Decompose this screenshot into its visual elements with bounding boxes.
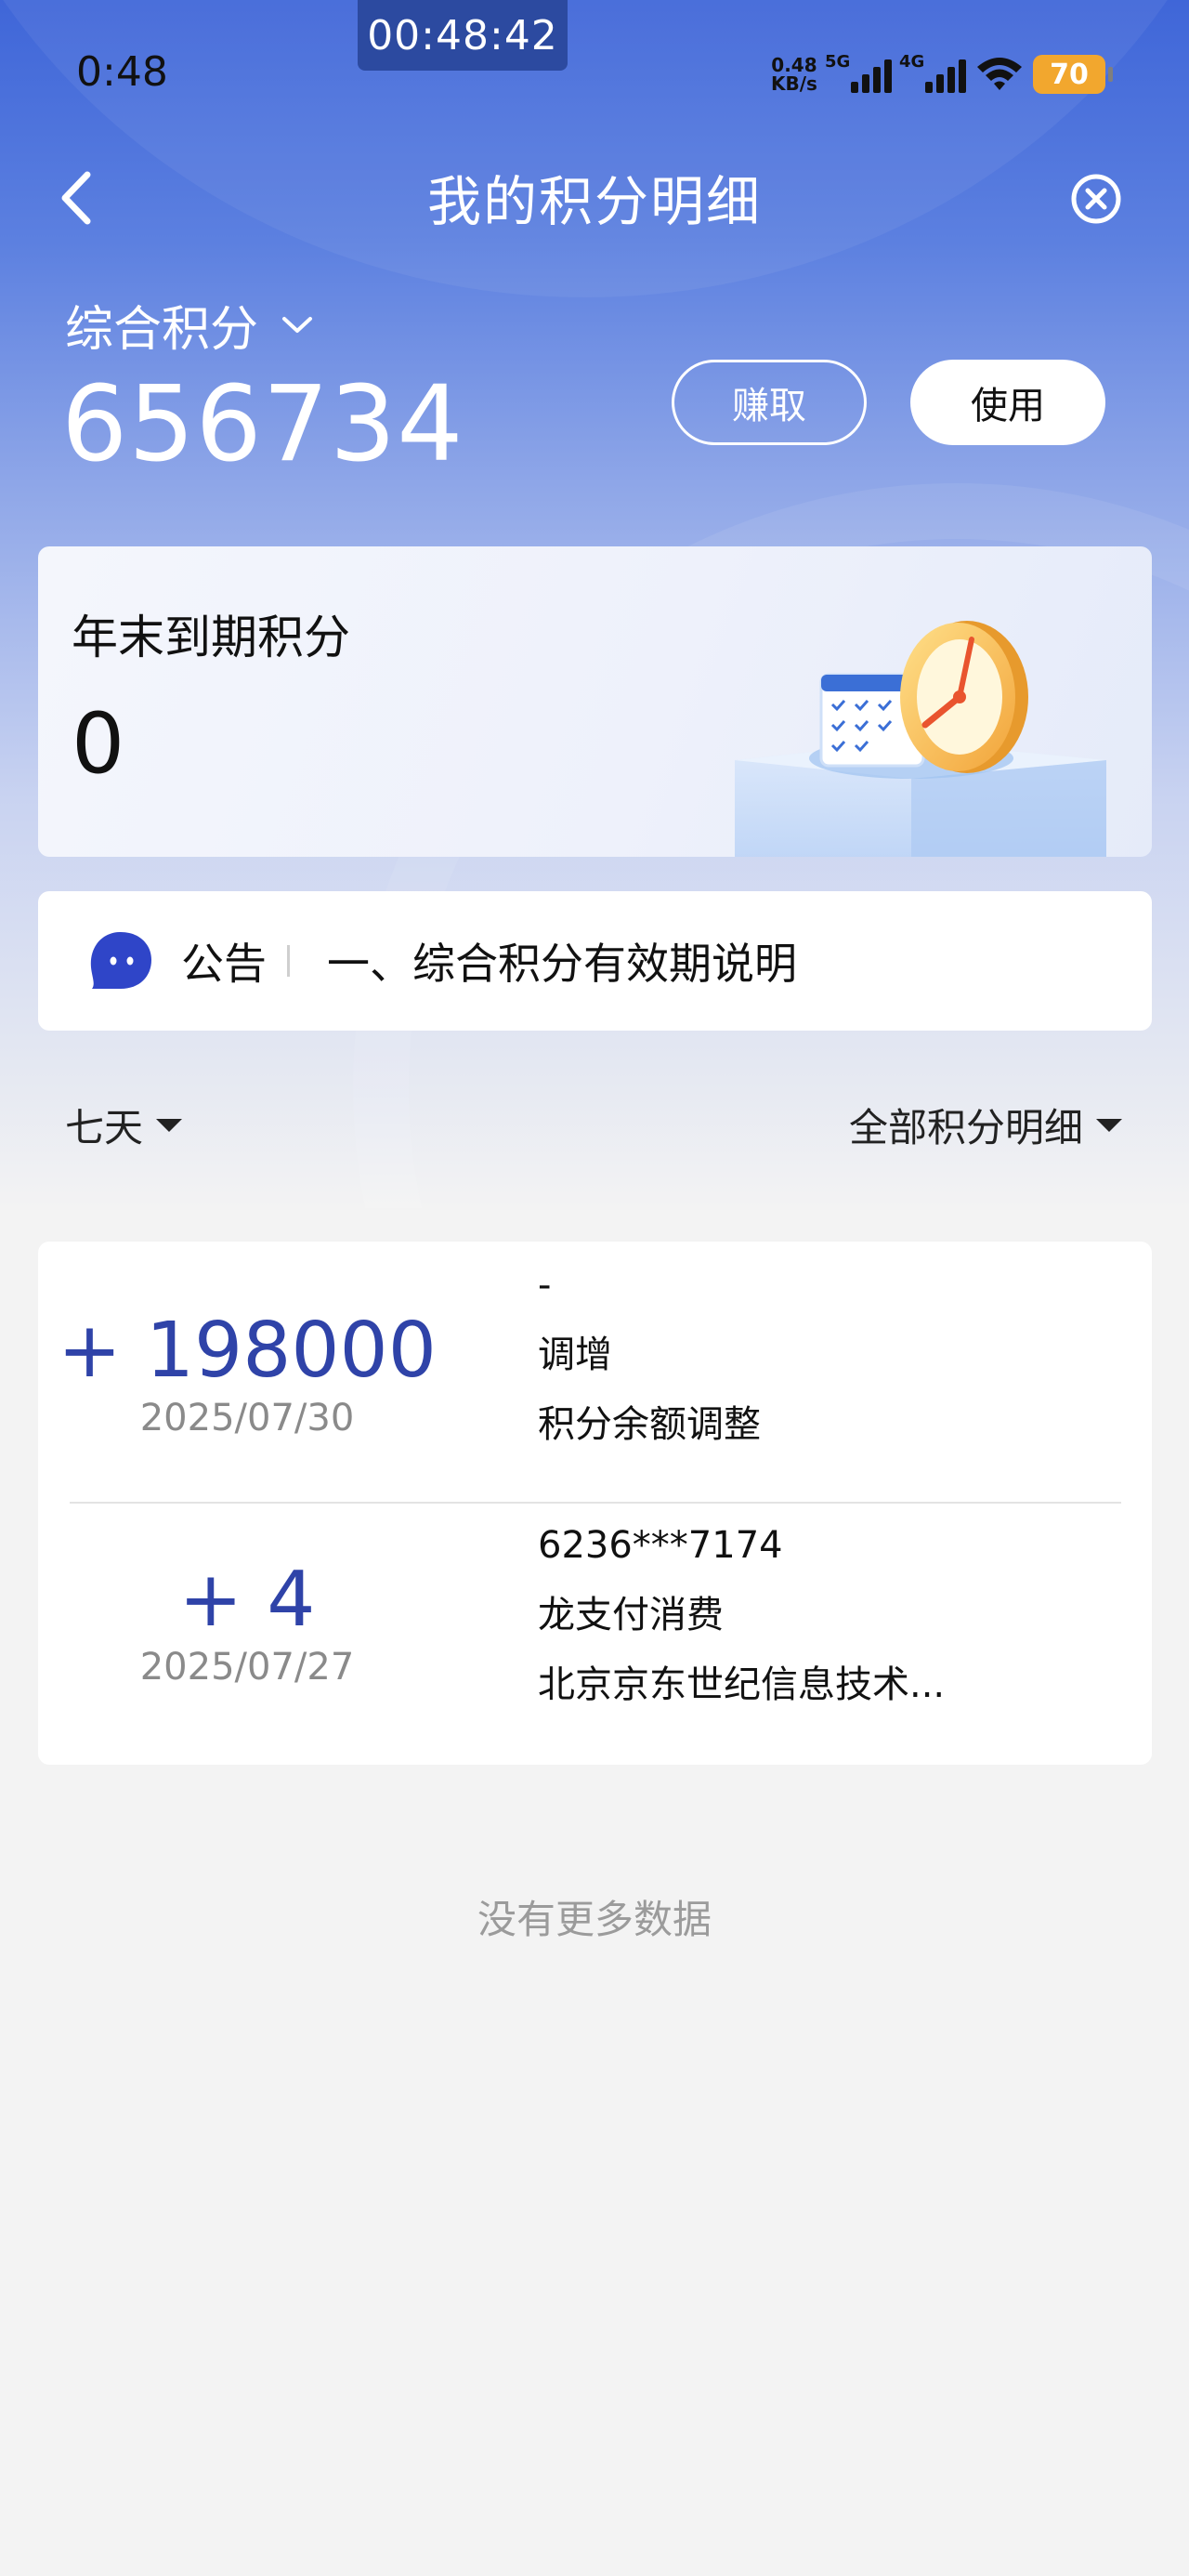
battery-icon: 70	[1032, 55, 1113, 94]
divider	[287, 945, 290, 977]
points-type-selector[interactable]: 综合积分	[65, 290, 314, 360]
signal-5g-icon: 5G	[825, 52, 892, 93]
category-filter-dropdown[interactable]: 全部积分明细	[849, 1097, 1122, 1153]
points-type-label: 综合积分	[65, 302, 259, 358]
notice-text: 一、综合积分有效期说明	[327, 939, 797, 989]
record-date: 2025/07/27	[139, 1646, 355, 1689]
record-amount-block: + 4 2025/07/27	[38, 1556, 456, 1689]
close-button[interactable]	[1070, 173, 1122, 225]
status-time: 0:48	[76, 48, 168, 96]
record-details: - 调增 积分余额调整	[538, 1251, 761, 1460]
points-balance: 656734	[61, 364, 464, 485]
expiring-points-title: 年末到期积分	[72, 611, 350, 664]
use-button[interactable]: 使用	[910, 360, 1105, 445]
page-title: 我的积分明细	[426, 170, 762, 233]
caret-down-icon	[1096, 1118, 1122, 1132]
category-filter-label: 全部积分明细	[848, 1105, 1083, 1150]
notice-bar[interactable]: 公告 一、综合积分有效期说明	[38, 891, 1152, 1031]
expiring-points-value: 0	[72, 695, 125, 793]
chevron-down-icon	[282, 316, 313, 333]
record-amount: + 198000	[58, 1307, 437, 1395]
screen-recording-timer: 00:48:42	[358, 0, 568, 71]
expiring-points-card: 年末到期积分 0	[38, 546, 1152, 857]
record-details: 6236***7174 龙支付消费 北京京东世纪信息技术...	[538, 1511, 945, 1720]
earn-button[interactable]: 赚取	[672, 360, 867, 445]
list-item[interactable]: + 198000 2025/07/30 - 调增 积分余额调整	[38, 1242, 1152, 1504]
period-filter-label: 七天	[65, 1105, 144, 1150]
decorative-arc	[0, 0, 1189, 297]
points-records-list: + 198000 2025/07/30 - 调增 积分余额调整 + 4 2025…	[38, 1242, 1152, 1765]
record-amount: + 4	[178, 1556, 316, 1644]
chat-bubble-icon	[90, 932, 151, 989]
record-amount-block: + 198000 2025/07/30	[38, 1307, 456, 1439]
clock-calendar-illustration-icon	[735, 621, 1106, 857]
period-filter-dropdown[interactable]: 七天	[65, 1097, 183, 1153]
caret-down-icon	[156, 1118, 183, 1132]
record-date: 2025/07/30	[139, 1397, 355, 1439]
signal-4g-icon: 4G	[899, 52, 966, 93]
record-detail-line: 积分余额调整	[538, 1403, 761, 1446]
record-detail-line: 6236***7174	[538, 1524, 783, 1567]
status-icons: 0.48 KB/s 5G 4G 70	[771, 48, 1113, 100]
record-detail-line: 调增	[538, 1334, 612, 1376]
record-detail-line: 龙支付消费	[538, 1594, 724, 1636]
record-detail-line: 北京京东世纪信息技术...	[538, 1663, 946, 1706]
net-speed: 0.48 KB/s	[771, 54, 817, 95]
no-more-data-text: 没有更多数据	[477, 1897, 712, 1942]
notice-tag: 公告	[181, 939, 267, 989]
list-item[interactable]: + 4 2025/07/27 6236***7174 龙支付消费 北京京东世纪信…	[38, 1504, 1152, 1766]
record-detail-line: -	[538, 1264, 552, 1307]
wifi-icon	[976, 58, 1022, 90]
